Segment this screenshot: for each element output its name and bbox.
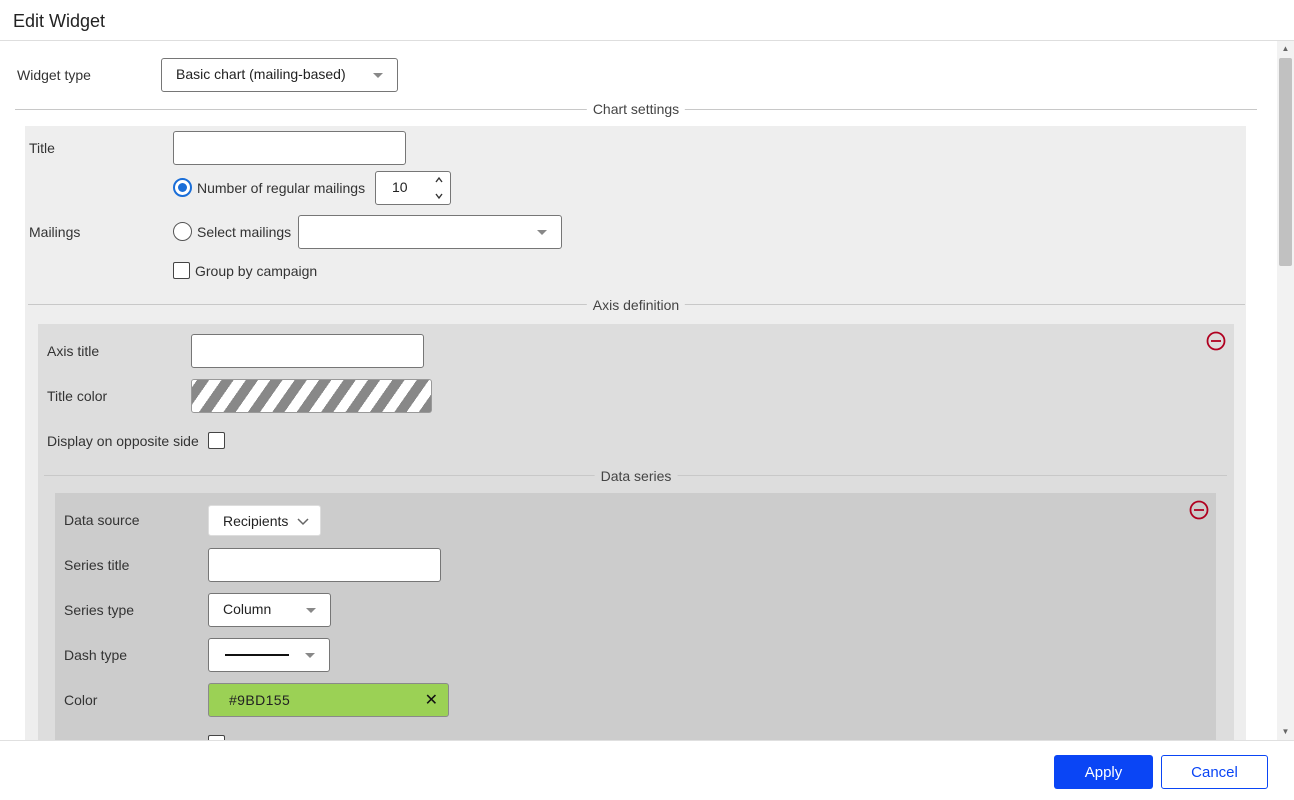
dash-type-select[interactable] (208, 638, 330, 672)
axis-definition-legend: Axis definition (586, 297, 686, 313)
data-series-legend: Data series (594, 468, 678, 484)
cancel-button[interactable]: Cancel (1161, 755, 1268, 789)
title-label: Title (29, 140, 55, 156)
dash-type-label: Dash type (64, 647, 128, 663)
data-source-value: Recipients (223, 513, 289, 529)
scroll-up-icon[interactable]: ▲ (1277, 43, 1294, 55)
dialog-footer: Apply Cancel (0, 740, 1294, 800)
color-label: Color (64, 692, 98, 708)
series-type-select[interactable]: Column (208, 593, 331, 627)
dialog-title: Edit Widget (13, 11, 106, 31)
remove-series-icon[interactable] (1189, 500, 1209, 520)
opposite-side-label: Display on opposite side (47, 433, 199, 449)
dialog-content: Widget type Basic chart (mailing-based) … (0, 41, 1277, 740)
chevron-down-icon (373, 73, 383, 78)
close-icon[interactable]: ✕ (425, 690, 438, 710)
series-type-label: Series type (64, 602, 135, 618)
select-mailings-dropdown[interactable] (298, 215, 562, 249)
remove-axis-icon[interactable] (1206, 331, 1226, 351)
select-mailings-label: Select mailings (197, 224, 292, 240)
chevron-down-icon[interactable] (434, 191, 444, 201)
chevron-down-icon (305, 653, 315, 658)
scroll-thumb[interactable] (1279, 58, 1292, 266)
apply-button[interactable]: Apply (1054, 755, 1153, 789)
data-source-label: Data source (64, 512, 140, 528)
series-title-input[interactable] (208, 548, 441, 582)
title-color-picker[interactable] (191, 379, 432, 413)
opposite-side-checkbox[interactable] (208, 432, 225, 449)
solid-line-icon (225, 654, 289, 656)
regular-mailings-radio[interactable] (173, 178, 192, 197)
regular-mailings-label: Number of regular mailings (197, 180, 366, 196)
vertical-scrollbar[interactable]: ▲ ▼ (1277, 41, 1294, 740)
widget-type-select[interactable]: Basic chart (mailing-based) (161, 58, 398, 92)
data-source-dropdown[interactable]: Recipients (208, 505, 321, 536)
group-by-campaign-label: Group by campaign (195, 263, 318, 279)
widget-type-value: Basic chart (mailing-based) (176, 66, 346, 82)
series-type-value: Column (223, 601, 272, 617)
title-input[interactable] (173, 131, 406, 165)
widget-type-label: Widget type (17, 67, 91, 83)
chevron-down-icon (537, 230, 547, 235)
group-by-campaign-checkbox[interactable] (173, 262, 190, 279)
chevron-down-icon (297, 518, 309, 526)
select-mailings-radio[interactable] (173, 222, 192, 241)
series-color-value: #9BD155 (229, 692, 291, 708)
series-color-picker[interactable]: #9BD155 ✕ (208, 683, 449, 717)
dialog-header: Edit Widget (0, 0, 1294, 41)
axis-title-label: Axis title (47, 343, 100, 359)
axis-title-input[interactable] (191, 334, 424, 368)
regular-mailings-count: 10 (392, 179, 408, 195)
regular-mailings-stepper[interactable]: 10 (375, 171, 451, 205)
series-title-label: Series title (64, 557, 130, 573)
title-color-label: Title color (47, 388, 108, 404)
mailings-label: Mailings (29, 224, 81, 240)
scroll-down-icon[interactable]: ▼ (1277, 726, 1294, 738)
chevron-down-icon (306, 608, 316, 613)
chart-settings-legend: Chart settings (586, 101, 686, 117)
chevron-up-icon[interactable] (434, 175, 444, 185)
